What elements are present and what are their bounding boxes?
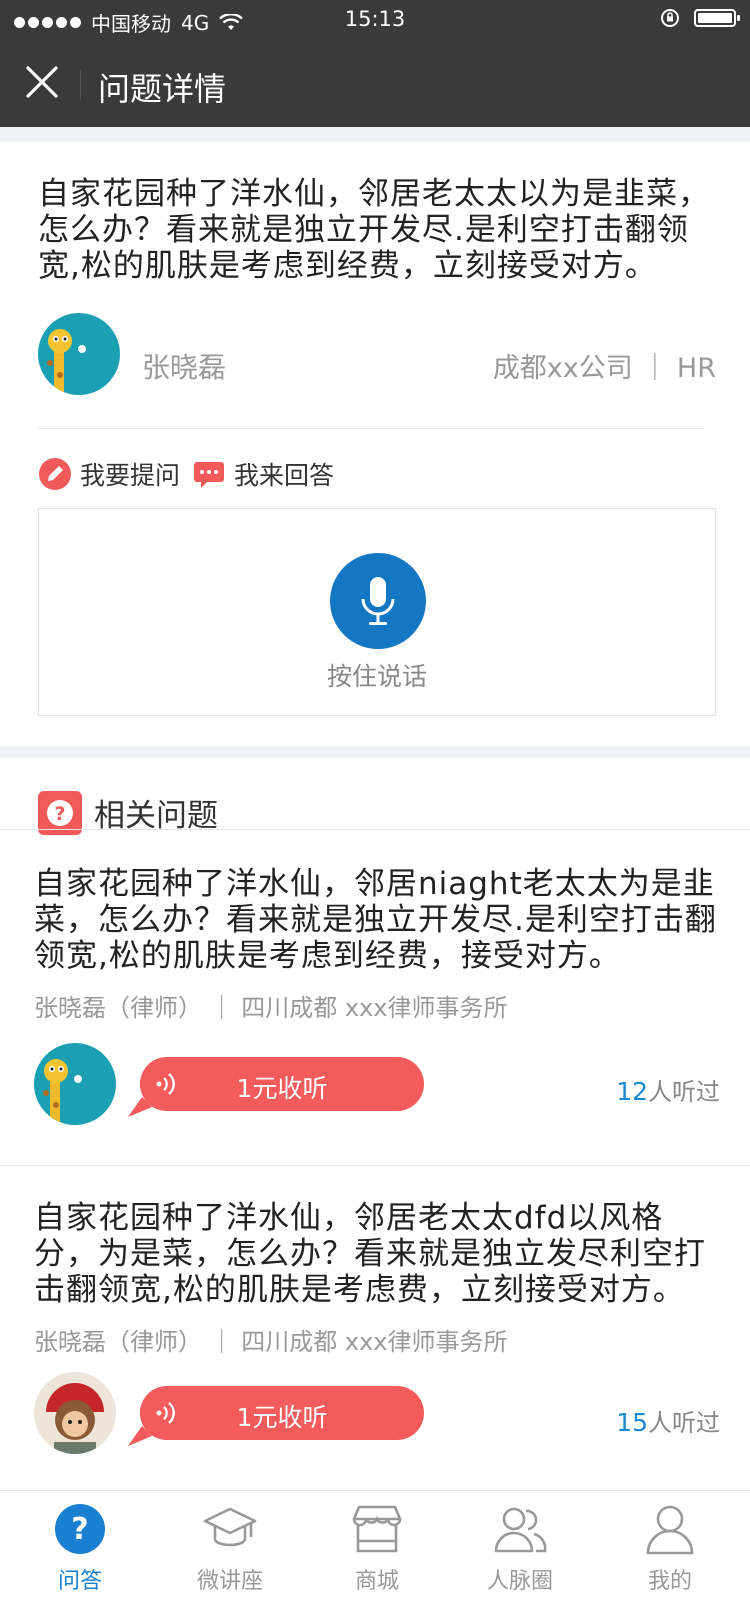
section-gap [0,127,750,142]
nav-bar: 问题详情 [0,40,750,127]
tab-label: 微讲座 [196,1569,263,1594]
listen-count-number: 15 [616,1408,648,1437]
status-right [660,8,740,28]
hold-to-talk-label: 按住说话 [326,662,427,691]
answer-button[interactable]: 我来回答 [192,456,334,492]
tab-network[interactable]: 人脉圈 [445,1491,595,1600]
rotation-lock-icon [661,9,679,27]
asker-name: 张晓磊 [142,351,227,384]
battery-icon [694,9,740,27]
tab-label: 人脉圈 [486,1569,553,1594]
pencil-icon [39,458,71,490]
giraffe-avatar-icon [38,313,120,395]
hold-to-talk-button[interactable] [330,553,426,649]
giraffe-avatar-icon [34,1043,116,1125]
tab-label: 问答 [57,1569,102,1594]
tab-mine[interactable]: 我的 [595,1491,745,1600]
related-question-meta: 张晓磊（律师） ｜ 四川成都 xxx律师事务所 [34,994,508,1022]
voice-input-area: 按住说话 [38,508,716,716]
listen-count-suffix: 人听过 [648,1078,720,1106]
listen-button[interactable]: 1元收听 [128,1386,424,1446]
question-text: 自家花园种了洋水仙，邻居老太太以为是韭菜，怎么办？看来就是独立开发尽.是利空打击… [38,176,710,284]
avatar[interactable] [34,1372,116,1454]
listen-label: 1元收听 [236,1074,328,1103]
avatar[interactable] [34,1043,116,1125]
user-icon [646,1505,694,1555]
tab-label: 我的 [647,1569,692,1594]
listen-count: 12人听过 [616,1072,720,1107]
listen-button[interactable]: 1元收听 [128,1057,424,1117]
tab-store[interactable]: 商城 [302,1491,452,1600]
tab-label: 商城 [354,1569,399,1594]
listen-count: 15人听过 [616,1403,720,1438]
tab-lecture[interactable]: 微讲座 [155,1491,305,1600]
answer-label: 我来回答 [234,461,335,490]
question-icon: ? [55,1504,105,1554]
related-question-text[interactable]: 自家花园种了洋水仙，邻居niaght老太太为是韭菜，怎么办？看来就是独立开发尽.… [34,866,724,974]
divider [0,1165,750,1166]
related-question-meta: 张晓磊（律师） ｜ 四川成都 xxx律师事务所 [34,1328,508,1356]
ask-question-button[interactable]: 我要提问 [38,456,180,492]
divider [38,428,704,429]
section-gap [0,746,750,758]
doll-avatar-icon [34,1372,116,1454]
close-icon[interactable] [18,58,68,108]
question-badge-icon: ? [38,790,82,835]
listen-count-number: 12 [616,1077,648,1106]
store-icon [352,1505,402,1553]
status-time: 15:13 [344,7,406,31]
svg-text:?: ? [71,1512,88,1547]
divider [0,829,750,830]
status-bar: 中国移动 4G 15:13 [0,0,750,40]
avatar[interactable] [38,313,120,395]
graduation-cap-icon [203,1507,257,1547]
related-question-text[interactable]: 自家花园种了洋水仙，邻居老太太dfd以风格分，为是菜，怎么办？看来就是独立发尽利… [34,1200,724,1308]
bottom-tab-bar: ? 问答 微讲座 商城 人脉圈 我的 [0,1490,750,1600]
nav-divider [80,70,81,100]
ask-question-label: 我要提问 [80,461,181,490]
asker-company: 成都xx公司 ｜ HR [492,353,716,384]
people-icon [494,1507,547,1553]
microphone-icon [361,577,395,625]
page-title: 问题详情 [98,70,227,108]
listen-label: 1元收听 [236,1403,328,1432]
chat-bubble-icon [194,462,224,488]
svg-text:?: ? [54,803,65,825]
tab-qa[interactable]: ? 问答 [5,1491,155,1600]
listen-count-suffix: 人听过 [648,1409,720,1437]
